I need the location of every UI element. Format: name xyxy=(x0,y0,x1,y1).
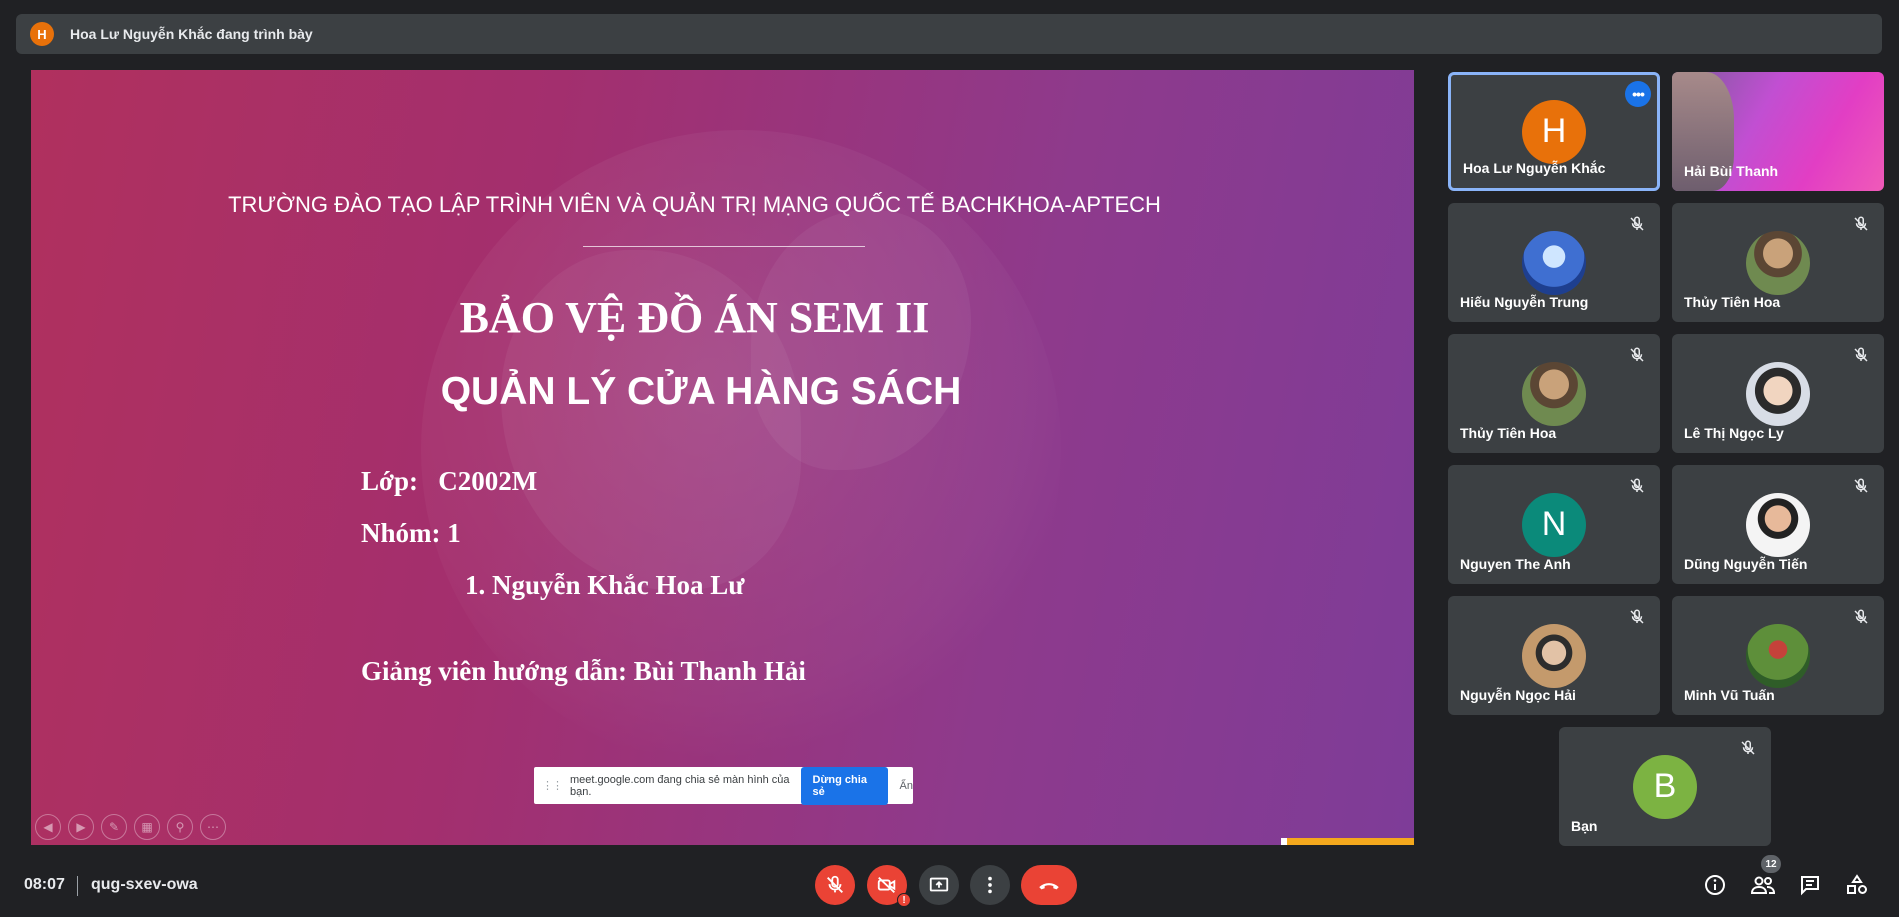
presenter-bar: H Hoa Lư Nguyễn Khắc đang trình bày xyxy=(16,14,1882,54)
participant-tile[interactable]: Lê Thị Ngọc Ly xyxy=(1672,334,1884,453)
people-icon xyxy=(1750,876,1776,894)
hide-banner-button[interactable]: Ẩn xyxy=(900,780,913,792)
slide-member: 1. Nguyễn Khắc Hoa Lư xyxy=(465,570,745,600)
camera-off-icon xyxy=(877,876,896,894)
camera-toggle-button[interactable]: ! xyxy=(867,865,911,907)
participant-tile[interactable]: Hải Bùi Thanh xyxy=(1672,72,1884,191)
meeting-time: 08:07 xyxy=(24,876,65,893)
mic-off-icon xyxy=(1854,478,1868,493)
participant-tile[interactable]: Thủy Tiên Hoa xyxy=(1672,203,1884,322)
warning-badge-icon: ! xyxy=(897,893,911,907)
avatar xyxy=(1746,230,1810,295)
mic-off-icon xyxy=(1630,478,1644,493)
hang-up-icon xyxy=(1039,883,1059,890)
presenter-avatar: H xyxy=(30,22,54,46)
mic-off-icon xyxy=(827,875,843,893)
participant-tile-self[interactable]: B Bạn xyxy=(1559,727,1771,846)
activities-icon xyxy=(1847,874,1867,894)
participant-name: Thủy Tiên Hoa xyxy=(1460,425,1557,441)
avatar xyxy=(1746,361,1810,426)
screen-share-banner: ⋮⋮ meet.google.com đang chia sẻ màn hình… xyxy=(534,766,913,805)
participant-name: Bạn xyxy=(1571,818,1598,834)
slide-group: Nhóm: 1 xyxy=(361,518,461,548)
present-screen-icon xyxy=(929,877,949,892)
participant-name: Hiếu Nguyễn Trung xyxy=(1460,294,1589,310)
participant-name: Minh Vũ Tuấn xyxy=(1684,687,1775,703)
participant-tile[interactable]: N Nguyen The Anh xyxy=(1448,465,1660,584)
more-options-icon[interactable]: ••• xyxy=(1625,81,1651,107)
slide-title: BẢO VỆ ĐỒ ÁN SEM II xyxy=(459,293,930,342)
activities-button[interactable] xyxy=(1843,871,1871,899)
meeting-details-button[interactable] xyxy=(1701,871,1729,899)
slide-progress-bar xyxy=(1281,838,1414,845)
avatar xyxy=(1746,492,1810,557)
present-screen-button[interactable] xyxy=(919,865,959,905)
previous-slide-icon[interactable]: ◀ xyxy=(35,814,61,840)
share-message: meet.google.com đang chia sẻ màn hình củ… xyxy=(570,773,790,798)
participant-name: Nguyen The Anh xyxy=(1460,556,1571,572)
participant-name: Dũng Nguyễn Tiến xyxy=(1684,556,1808,572)
avatar xyxy=(1522,361,1586,426)
slide-class: Lớp: C2002M xyxy=(361,466,538,496)
avatar: H xyxy=(1522,99,1586,164)
participant-tile[interactable]: Dũng Nguyễn Tiến xyxy=(1672,465,1884,584)
stop-sharing-button[interactable]: Dừng chia sẻ xyxy=(800,766,888,805)
mic-off-icon xyxy=(1854,216,1868,231)
meeting-code: qug-sxev-owa xyxy=(91,876,198,893)
avatar: N xyxy=(1522,492,1586,557)
slide-divider xyxy=(583,246,865,247)
people-button[interactable] xyxy=(1749,871,1777,899)
mic-off-icon xyxy=(1854,609,1868,624)
leave-call-button[interactable] xyxy=(1021,865,1077,905)
mic-toggle-button[interactable] xyxy=(815,865,855,905)
participant-tile[interactable]: Hiếu Nguyễn Trung xyxy=(1448,203,1660,322)
chat-icon xyxy=(1801,876,1819,896)
participant-tile[interactable]: Minh Vũ Tuấn xyxy=(1672,596,1884,715)
participant-name: Hải Bùi Thanh xyxy=(1684,163,1779,179)
participant-name: Lê Thị Ngọc Ly xyxy=(1684,425,1784,441)
pen-icon[interactable]: ✎ xyxy=(101,814,127,840)
participant-name: Nguyễn Ngọc Hải xyxy=(1460,687,1576,703)
participant-name: Thủy Tiên Hoa xyxy=(1684,294,1781,310)
mic-off-icon xyxy=(1854,347,1868,362)
participant-tile[interactable]: H ••• Hoa Lư Nguyễn Khắc xyxy=(1448,72,1660,191)
mic-off-icon xyxy=(1630,347,1644,362)
meeting-controls-bar: 08:07 qug-sxev-owa ! 12 xyxy=(0,855,1899,917)
avatar xyxy=(1522,230,1586,295)
drag-handle-icon[interactable]: ⋮⋮ xyxy=(542,779,563,792)
more-options-button[interactable] xyxy=(970,865,1010,905)
divider xyxy=(77,876,78,896)
participant-tile[interactable]: Nguyễn Ngọc Hải xyxy=(1448,596,1660,715)
avatar xyxy=(1746,623,1810,688)
slide-toolbar: ◀ ▶ ✎ ▦ ⚲ ⋯ xyxy=(35,814,226,840)
slide-subtitle: QUẢN LÝ CỬA HÀNG SÁCH xyxy=(440,370,962,413)
next-slide-icon[interactable]: ▶ xyxy=(68,814,94,840)
mic-off-icon xyxy=(1630,609,1644,624)
participant-tile[interactable]: Thủy Tiên Hoa xyxy=(1448,334,1660,453)
chat-button[interactable] xyxy=(1796,871,1824,899)
zoom-icon[interactable]: ⚲ xyxy=(167,814,193,840)
avatar xyxy=(1522,623,1586,688)
slide-school-name: TRƯỜNG ĐÀO TẠO LẬP TRÌNH VIÊN VÀ QUẢN TR… xyxy=(228,192,1161,217)
mic-off-icon xyxy=(1630,216,1644,231)
participant-name: Hoa Lư Nguyễn Khắc xyxy=(1463,160,1606,176)
more-options-icon[interactable]: ⋯ xyxy=(200,814,226,840)
slide-advisor: Giảng viên hướng dẫn: Bùi Thanh Hải xyxy=(361,656,806,686)
avatar: B xyxy=(1633,754,1697,819)
info-icon xyxy=(1705,875,1725,895)
presenter-status: Hoa Lư Nguyễn Khắc đang trình bày xyxy=(70,26,313,42)
shared-screen: TRƯỜNG ĐÀO TẠO LẬP TRÌNH VIÊN VÀ QUẢN TR… xyxy=(31,70,1414,845)
slides-grid-icon[interactable]: ▦ xyxy=(134,814,160,840)
participant-count-badge: 12 xyxy=(1761,855,1781,873)
more-vert-icon xyxy=(988,876,992,894)
mic-off-icon xyxy=(1741,740,1755,755)
